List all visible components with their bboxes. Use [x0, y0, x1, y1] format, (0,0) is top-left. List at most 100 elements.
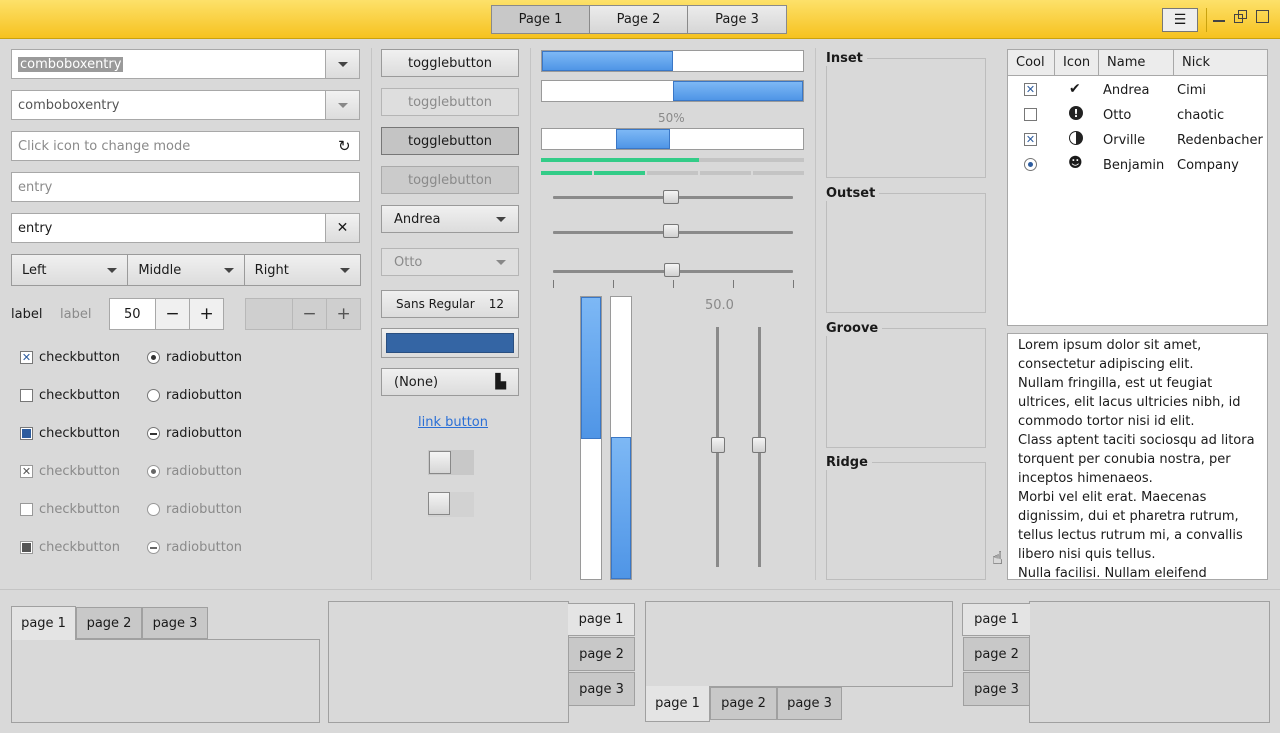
notebook-3-tab-1[interactable]: page 1	[645, 686, 710, 722]
notebook-4-tab-1[interactable]: page 1	[962, 603, 1030, 636]
hscale-3-handle[interactable]	[664, 263, 680, 277]
checkbutton-checked-disabled: ✕ checkbutton	[20, 464, 120, 479]
hscale-1-handle[interactable]	[663, 190, 679, 204]
checkbutton-inconsistent[interactable]: checkbutton	[20, 426, 120, 441]
togglebutton-normal[interactable]: togglebutton	[381, 49, 519, 77]
entry-placeholder-field[interactable]: entry	[11, 172, 360, 202]
combo-middle[interactable]: Middle	[128, 255, 245, 285]
column-header-nick[interactable]: Nick	[1174, 50, 1267, 76]
file-chooser-button[interactable]: (None) ▙	[381, 368, 519, 396]
menu-button[interactable]: ☰	[1162, 8, 1198, 32]
radiobutton-inconsistent[interactable]: radiobutton	[147, 426, 242, 441]
radiobutton-checked[interactable]: radiobutton	[147, 350, 242, 365]
combo-entry-1[interactable]: comboboxentry	[11, 49, 360, 79]
tree-cell-name[interactable]: Orville	[1103, 133, 1145, 148]
chevron-down-icon	[223, 267, 234, 273]
notebook-1-tab-1[interactable]: page 1	[11, 606, 76, 640]
tree-cell-nick[interactable]: chaotic	[1177, 108, 1224, 123]
column-header-icon[interactable]: Icon	[1055, 50, 1099, 76]
togglebutton-active-disabled: togglebutton	[381, 166, 519, 194]
frame-ridge-label: Ridge	[826, 455, 872, 470]
font-button[interactable]: Sans Regular 12	[381, 290, 519, 318]
link-button[interactable]: link button	[418, 415, 488, 430]
file-chooser-label: (None)	[394, 374, 439, 390]
entry-field[interactable]: entry	[11, 213, 360, 243]
radiobutton-label: radiobutton	[166, 426, 243, 441]
tree-row-cool-checked[interactable]: ✕	[1024, 133, 1037, 146]
notebook-3-tab-3[interactable]: page 3	[777, 687, 842, 720]
notebook-3-tab-2[interactable]: page 2	[710, 687, 777, 720]
switch-2[interactable]	[428, 492, 474, 517]
combo-right[interactable]: Right	[244, 255, 360, 285]
checkbox-unchecked-icon	[20, 389, 33, 402]
document-open-icon: ▙	[495, 374, 506, 390]
switch-1[interactable]	[428, 450, 474, 475]
tree-cell-name[interactable]: Andrea	[1103, 83, 1149, 98]
label-1: label	[11, 307, 43, 322]
mode-entry[interactable]: Click icon to change mode	[11, 131, 360, 161]
refresh-icon[interactable]: ↻	[338, 137, 351, 155]
column-separator	[530, 48, 531, 580]
checkbutton-label: checkbutton	[39, 350, 120, 365]
stack-tab-page-1[interactable]: Page 1	[492, 6, 590, 33]
combo-andrea[interactable]: Andrea	[381, 205, 519, 233]
level-bar-fill	[541, 158, 699, 162]
notebook-2-tab-1[interactable]: page 1	[568, 603, 635, 636]
checkbutton-unchecked[interactable]: checkbutton	[20, 388, 120, 403]
level-bar-discrete	[541, 171, 804, 175]
plus-icon: +	[326, 299, 360, 329]
minus-icon[interactable]: −	[154, 299, 190, 329]
clear-icon[interactable]: ✕	[325, 214, 359, 242]
notebook-4-tab-3[interactable]: page 3	[963, 672, 1030, 706]
frame-groove-label: Groove	[826, 321, 883, 336]
spin-value[interactable]: 50	[110, 299, 155, 329]
hscale-2-handle[interactable]	[663, 224, 679, 238]
column-header-cool[interactable]: Cool	[1008, 50, 1055, 76]
spin-button[interactable]: 50 − +	[109, 298, 224, 330]
chevron-down-icon	[337, 61, 348, 67]
radiobutton-label: radiobutton	[166, 388, 243, 403]
vscale-1-handle[interactable]	[711, 437, 725, 453]
combo-entry-2[interactable]: comboboxentry	[11, 90, 360, 120]
combo-2-dropdown-button[interactable]	[325, 91, 359, 119]
text-view[interactable]: Lorem ipsum dolor sit amet, consectetur …	[1007, 333, 1268, 580]
tree-cell-nick[interactable]: Redenbacher	[1177, 133, 1263, 148]
combo-left[interactable]: Left	[12, 255, 129, 285]
radiobutton-label: radiobutton	[166, 540, 243, 555]
column-separator	[815, 48, 816, 580]
spin-disabled-value	[246, 299, 292, 329]
stack-tab-page-3[interactable]: Page 3	[688, 6, 786, 33]
tree-cell-name[interactable]: Otto	[1103, 108, 1131, 123]
plus-icon[interactable]: +	[189, 299, 223, 329]
notebook-1-tab-2[interactable]: page 2	[76, 607, 142, 639]
tree-cell-nick[interactable]: Company	[1177, 158, 1239, 173]
notebook-4-tab-2[interactable]: page 2	[963, 637, 1030, 671]
tree-row-cool-unchecked[interactable]	[1024, 108, 1037, 121]
checkbutton-inconsistent-disabled: checkbutton	[20, 540, 120, 555]
switch-1-knob[interactable]	[429, 451, 451, 474]
column-header-name[interactable]: Name	[1099, 50, 1174, 76]
switch-2-knob[interactable]	[428, 492, 450, 515]
vprogress-1	[580, 296, 602, 580]
notebook-2-tab-2[interactable]: page 2	[568, 637, 635, 671]
checkbutton-label: checkbutton	[39, 540, 120, 555]
tree-row-cool-radio[interactable]	[1024, 158, 1037, 171]
tree-row-cool-checked[interactable]: ✕	[1024, 83, 1037, 96]
restore-icon[interactable]	[1234, 10, 1248, 24]
stack-tab-page-2[interactable]: Page 2	[590, 6, 688, 33]
checkbutton-checked[interactable]: ✕ checkbutton	[20, 350, 120, 365]
togglebutton-active[interactable]: togglebutton	[381, 127, 519, 155]
notebook-1-tab-3[interactable]: page 3	[142, 607, 208, 639]
tree-cell-name[interactable]: Benjamin	[1103, 158, 1164, 173]
minimize-icon[interactable]	[1212, 10, 1226, 24]
vscale-2-handle[interactable]	[752, 437, 766, 453]
radiobutton-unchecked[interactable]: radiobutton	[147, 388, 242, 403]
notebook-2-tab-3[interactable]: page 3	[568, 672, 635, 706]
maximize-icon[interactable]	[1256, 10, 1270, 24]
text-view-content[interactable]: Lorem ipsum dolor sit amet, consectetur …	[1018, 336, 1259, 579]
color-button[interactable]	[381, 328, 519, 358]
combo-1-dropdown-button[interactable]	[325, 50, 359, 78]
tree-cell-nick[interactable]: Cimi	[1177, 83, 1206, 98]
frame-ridge	[826, 462, 986, 580]
header-separator	[1206, 8, 1207, 32]
